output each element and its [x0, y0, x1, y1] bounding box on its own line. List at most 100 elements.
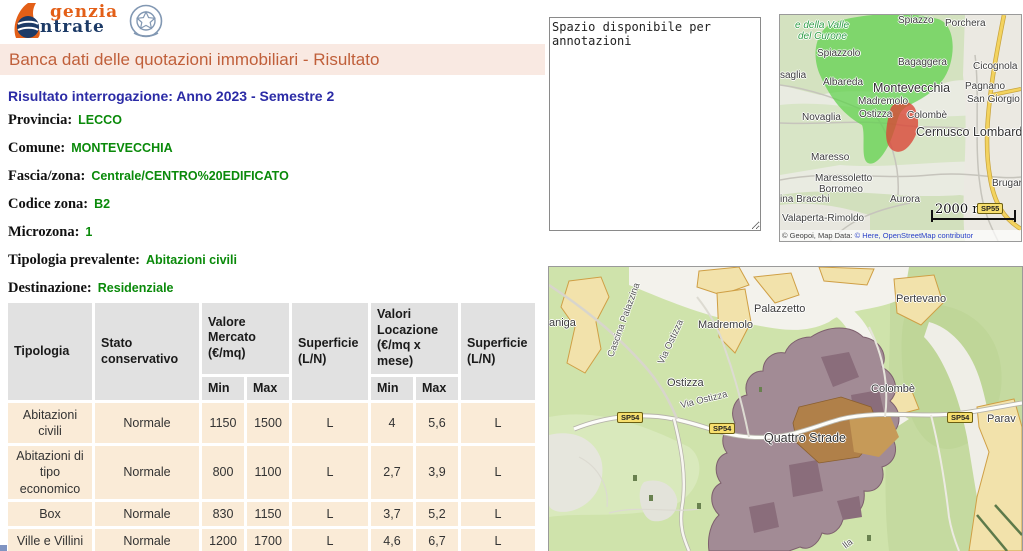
map-label: Valaperta-Rimoldo	[782, 213, 864, 224]
field-codice-zona: Codice zona: B2	[8, 190, 289, 218]
header: genzia ntrate	[8, 2, 164, 42]
agenzia-entrate-logo[interactable]: genzia ntrate	[8, 2, 118, 42]
map-label: Novaglia	[802, 112, 841, 123]
col-header-max: Max	[416, 377, 458, 401]
map-label: Parav	[987, 413, 1016, 425]
cell-stato: Normale	[95, 529, 199, 551]
table-row: Ville e Villini Normale 1200 1700 L 4,6 …	[8, 529, 535, 551]
road-badge-sp55: SP55	[977, 203, 1003, 214]
cell-stato: Normale	[95, 403, 199, 443]
cell-vm-max: 1100	[247, 446, 289, 499]
map-label: Albareda	[823, 77, 863, 88]
map-label: Colombè	[871, 383, 915, 395]
col-header-stato: Stato conservativo	[95, 303, 199, 400]
map-label: ina Bracchi	[780, 194, 829, 205]
field-destinazione: Destinazione: Residenziale	[8, 274, 289, 302]
cell-vl-max: 3,9	[416, 446, 458, 499]
field-label: Fascia/zona:	[8, 168, 85, 185]
map-label: Montevecchia	[873, 81, 950, 95]
table-row: Abitazioni civili Normale 1150 1500 L 4 …	[8, 403, 535, 443]
field-label: Tipologia prevalente:	[8, 252, 140, 269]
cell-vm-max: 1150	[247, 502, 289, 526]
map-label: e della Valle	[795, 20, 849, 31]
field-value: Abitazioni civili	[146, 253, 237, 267]
road-badge-sp54: SP54	[617, 412, 643, 423]
field-tipologia-prevalente: Tipologia prevalente: Abitazioni civili	[8, 246, 289, 274]
col-header-valore-mercato: Valore Mercato (€/mq)	[202, 303, 289, 374]
field-value: LECCO	[78, 113, 122, 127]
map-label: Porchera	[945, 18, 986, 29]
map-label: Maressoletto	[815, 173, 872, 184]
col-header-superficie-2: Superficie (L/N)	[461, 303, 535, 400]
map-label: Madremolo	[858, 96, 908, 107]
col-header-min: Min	[371, 377, 413, 401]
cell-superficie-2: L	[461, 529, 535, 551]
field-label: Destinazione:	[8, 280, 92, 297]
cell-vl-min: 4	[371, 403, 413, 443]
field-label: Provincia:	[8, 112, 72, 129]
field-label: Codice zona:	[8, 196, 88, 213]
table-row: Abitazioni di tipo economico Normale 800…	[8, 446, 535, 499]
map-label: Cicognola	[973, 61, 1017, 72]
col-header-tipologia: Tipologia	[8, 303, 92, 400]
road-badge-sp54: SP54	[947, 412, 973, 423]
map-label: Aurora	[890, 194, 920, 205]
page-title: Banca dati delle quotazioni immobiliari …	[0, 44, 545, 75]
map-attribution-links[interactable]: © Here, OpenStreetMap contributor	[855, 231, 974, 240]
result-heading: Risultato interrogazione: Anno 2023 - Se…	[8, 88, 334, 104]
cell-stato: Normale	[95, 502, 199, 526]
col-header-valori-locazione: Valori Locazione (€/mq x mese)	[371, 303, 458, 374]
col-header-min: Min	[202, 377, 244, 401]
detail-map[interactable]: aniga Cascina Palazzina Via Ostizza Madr…	[548, 266, 1023, 551]
field-value: MONTEVECCHIA	[71, 141, 172, 155]
cell-superficie-1: L	[292, 446, 368, 499]
annotations-textarea[interactable]: Spazio disponibile per annotazioni	[549, 17, 761, 231]
cell-superficie-1: L	[292, 403, 368, 443]
logo-word-ntrate: ntrate	[40, 20, 118, 35]
map-label: aniga	[549, 317, 576, 329]
field-value: B2	[94, 197, 110, 211]
cell-superficie-2: L	[461, 502, 535, 526]
field-comune: Comune: MONTEVECCHIA	[8, 134, 289, 162]
overview-map[interactable]: Spiazzo Porchera e della Valle del Curon…	[779, 14, 1022, 242]
cell-tipologia: Ville e Villini	[8, 529, 92, 551]
logo-wordmark: genzia ntrate	[40, 5, 118, 42]
map-label: Bagaggera	[898, 57, 947, 68]
republic-emblem-icon	[128, 3, 164, 40]
field-value: Centrale/CENTRO%20EDIFICATO	[91, 169, 289, 183]
cell-tipologia: Abitazioni di tipo economico	[8, 446, 92, 499]
map-label: San Giorgio	[967, 94, 1020, 105]
cell-stato: Normale	[95, 446, 199, 499]
map-label: Ostizza	[667, 377, 704, 389]
cell-vl-max: 6,7	[416, 529, 458, 551]
cell-vl-min: 3,7	[371, 502, 413, 526]
cell-superficie-1: L	[292, 529, 368, 551]
field-label: Microzona:	[8, 224, 79, 241]
field-value: 1	[85, 225, 92, 239]
cell-vm-min: 1150	[202, 403, 244, 443]
map-label: Madremolo	[698, 319, 753, 331]
map-label: Pertevano	[896, 293, 946, 305]
result-fields: Provincia: LECCO Comune: MONTEVECCHIA Fa…	[8, 106, 289, 302]
map-label: saglia	[780, 70, 806, 81]
cell-vl-min: 2,7	[371, 446, 413, 499]
cell-vm-min: 1200	[202, 529, 244, 551]
map-label: del Curone	[798, 31, 847, 42]
clipped-footer-fragment	[0, 545, 7, 551]
cell-vm-max: 1700	[247, 529, 289, 551]
map-attribution: © Geopoi, Map Data: © Here, OpenStreetMa…	[780, 230, 1022, 241]
field-label: Comune:	[8, 140, 65, 157]
cell-superficie-2: L	[461, 446, 535, 499]
cell-vl-min: 4,6	[371, 529, 413, 551]
quotes-table: Tipologia Stato conservativo Valore Merc…	[5, 300, 538, 551]
field-provincia: Provincia: LECCO	[8, 106, 289, 134]
cell-vl-max: 5,2	[416, 502, 458, 526]
page: genzia ntrate Banca dati delle quotazion…	[0, 0, 1023, 551]
map-label: Ostizza	[859, 109, 892, 120]
cell-tipologia: Abitazioni civili	[8, 403, 92, 443]
map-label: Maresso	[811, 152, 849, 163]
scale-bar	[931, 218, 1016, 220]
map-label: Spiazzo	[898, 15, 934, 26]
cell-vm-min: 830	[202, 502, 244, 526]
field-value: Residenziale	[98, 281, 174, 295]
